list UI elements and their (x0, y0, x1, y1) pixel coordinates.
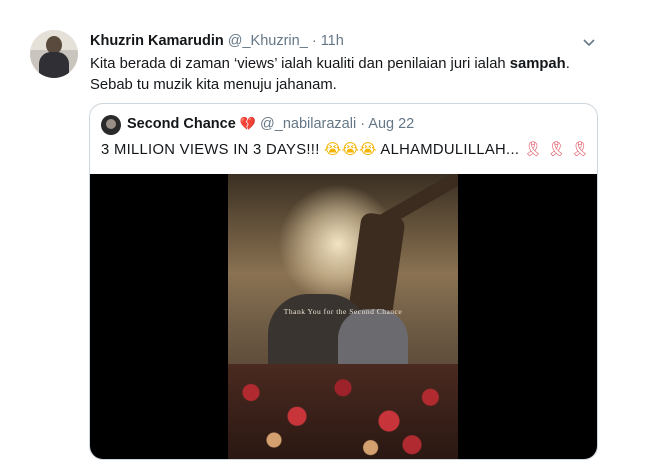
ribbon-emojis: 🎗 🎗 🎗 (523, 142, 590, 158)
crying-emojis: 😭😭😭 (324, 142, 377, 158)
video-frame: Thank You for the Second Chance (228, 174, 458, 459)
tweet-text-line2: Sebab tu muzik kita menuju jahanam. (90, 77, 337, 93)
tweet-text: Kita berada di zaman ‘views’ ialah kuali… (90, 54, 610, 96)
author-name[interactable]: Khuzrin Kamarudin (90, 33, 224, 49)
avatar[interactable] (30, 30, 78, 78)
chevron-down-icon[interactable] (582, 35, 596, 49)
tweet-text-line1: Kita berada di zaman ‘views’ ialah kuali… (90, 56, 510, 72)
video-caption: Thank You for the Second Chance (283, 307, 403, 316)
quoted-text-main: 3 MILLION VIEWS IN 3 DAYS!!! (101, 142, 325, 158)
tweet-text-line1-end: . (565, 56, 570, 72)
broken-heart-emoji: 💔 (239, 116, 256, 131)
video-player[interactable]: Thank You for the Second Chance (90, 174, 597, 459)
tweet-header: Khuzrin Kamarudin @_Khuzrin_ · 11h (90, 33, 344, 51)
quoted-avatar (101, 115, 121, 135)
author-handle[interactable]: @_Khuzrin_ (228, 33, 308, 49)
quoted-date: Aug 22 (368, 116, 415, 132)
quoted-text-after: ALHAMDULILLAH... (376, 142, 524, 158)
tweet-text-bold: sampah (509, 56, 566, 72)
quoted-handle: @_nabilarazali (260, 116, 357, 132)
timestamp[interactable]: 11h (321, 33, 344, 49)
quoted-name: Second Chance (127, 116, 236, 132)
tweet[interactable]: Khuzrin Kamarudin @_Khuzrin_ · 11h Kita … (0, 0, 664, 472)
separator: · (311, 33, 317, 49)
quoted-tweet[interactable]: Second Chance 💔 @_nabilarazali · Aug 22 … (89, 103, 598, 460)
quoted-text: 3 MILLION VIEWS IN 3 DAYS!!! 😭😭😭 ALHAMDU… (101, 140, 590, 158)
quoted-header: Second Chance 💔 @_nabilarazali · Aug 22 (127, 116, 414, 132)
quoted-separator: · (360, 116, 366, 132)
